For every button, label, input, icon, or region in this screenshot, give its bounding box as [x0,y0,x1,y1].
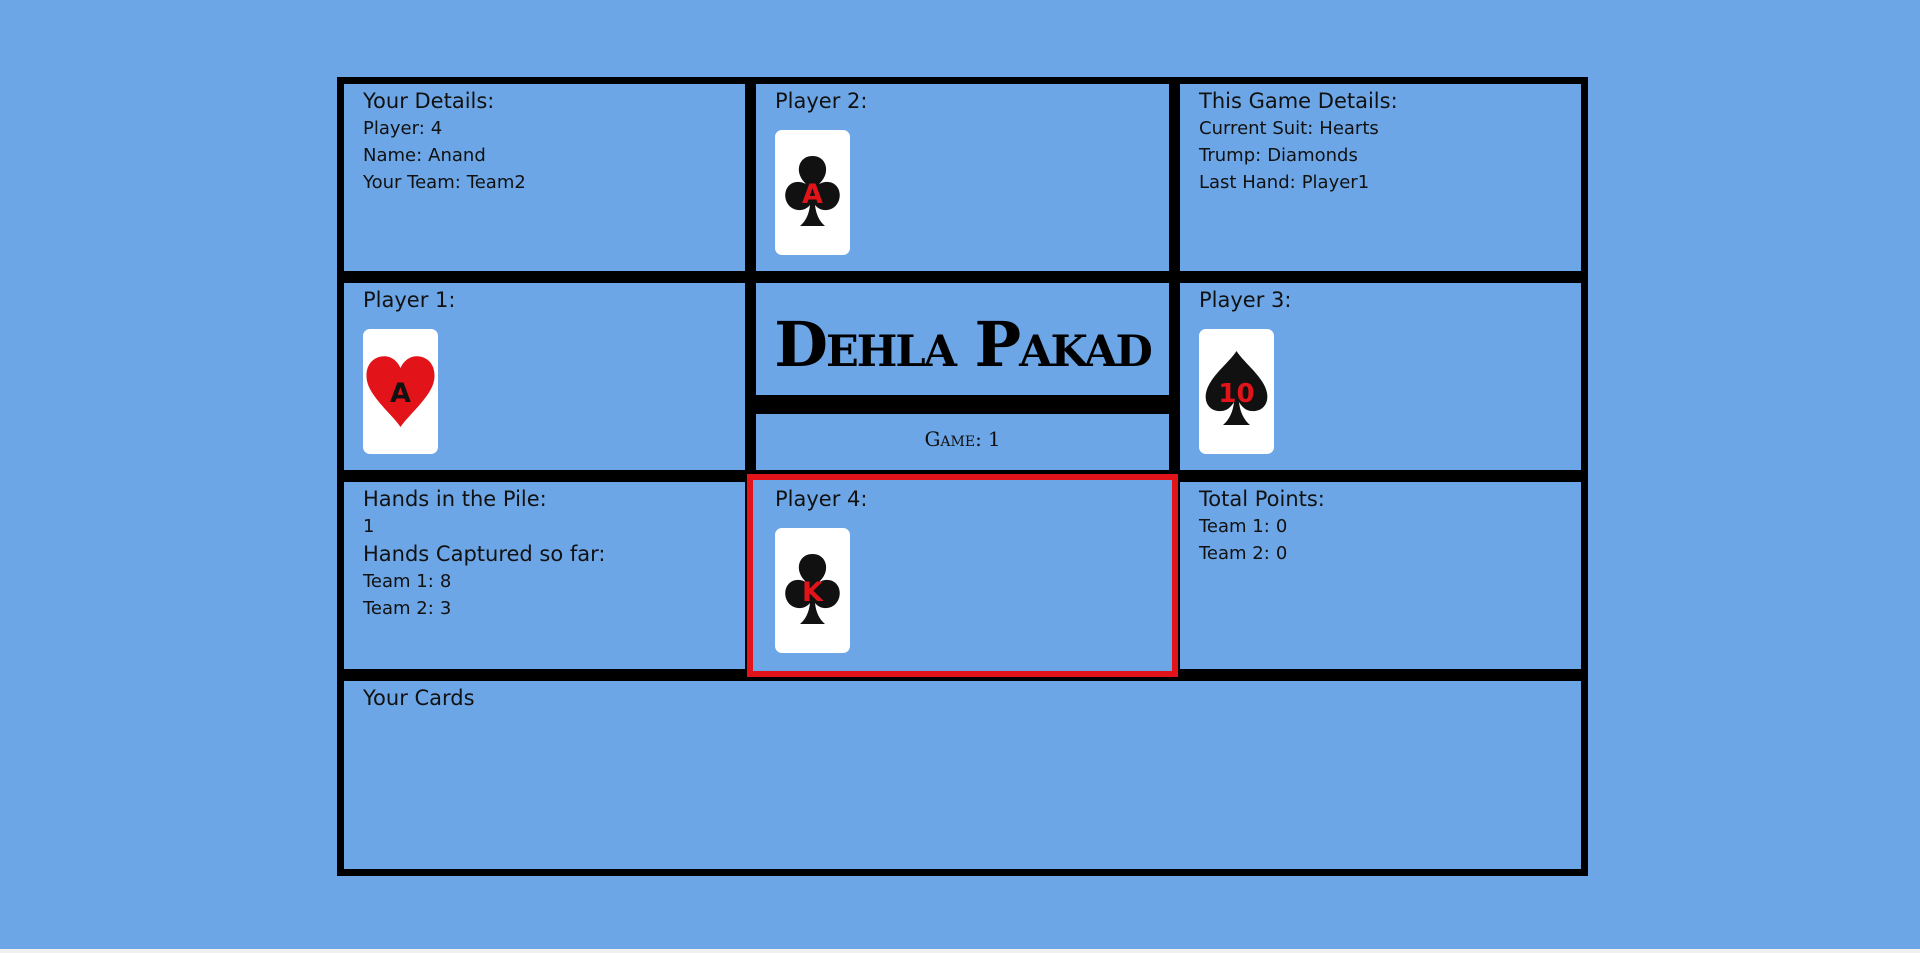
your-team-label: Your Team: [363,172,461,193]
points-team1-value: 0 [1275,516,1288,537]
your-name-label: Name: [363,145,423,166]
pile-panel: Hands in the Pile: 1 Hands Captured so f… [344,482,745,669]
captured-team1-label: Team 1: [363,571,434,592]
captured-team1-value: 8 [439,571,452,592]
player3-panel: Player 3: 10 [1180,283,1581,470]
your-details-heading: Your Details: [363,89,495,113]
points-team1-label: Team 1: [1199,516,1270,537]
player2-panel: Player 2: A [756,84,1169,271]
current-suit-label: Current Suit: [1199,118,1314,139]
your-cards-heading: Your Cards [363,686,475,710]
player3-card: 10 [1199,329,1274,454]
hearts-card-face: A [366,356,435,427]
game-number: Game: 1 [756,427,1169,451]
your-player-row: Player: 4 [363,115,726,142]
player4-label: Player 4: [775,487,868,511]
your-name-row: Name: Anand [363,142,726,169]
last-hand-label: Last Hand: [1199,172,1296,193]
game-number-value: 1 [987,427,1001,451]
your-team-value: Team2 [466,172,526,193]
points-team2-label: Team 2: [1199,543,1270,564]
player4-card: K [775,528,850,653]
card-rank: A [802,179,823,210]
game-board: Your Details: Player: 4 Name: Anand Your… [337,77,1588,876]
window-bottom-edge [0,949,1920,953]
trump-row: Trump: Diamonds [1199,142,1562,169]
pile-heading: Hands in the Pile: [363,487,547,511]
card-rank: K [802,577,824,608]
points-team1-row: Team 1: 0 [1199,513,1562,540]
current-suit-row: Current Suit: Hearts [1199,115,1562,142]
game-number-panel: Game: 1 [756,414,1169,470]
your-player-value: 4 [430,118,443,139]
game-number-label: Game: [924,427,982,451]
game-details-panel: This Game Details: Current Suit: Hearts … [1180,84,1581,271]
pile-count: 1 [363,516,375,537]
clubs-card-face: A [785,156,840,226]
clubs-card-face: K [785,554,840,624]
points-panel: Total Points: Team 1: 0 Team 2: 0 [1180,482,1581,669]
points-team2-value: 0 [1275,543,1288,564]
trump-value: Diamonds [1267,145,1358,166]
player1-card: A [363,329,438,454]
current-suit-value: Hearts [1319,118,1379,139]
player4-panel: Player 4: K [747,474,1178,677]
captured-team2-value: 3 [439,598,452,619]
your-cards-panel: Your Cards [344,681,1581,869]
game-title: Dehla Pakad [774,308,1153,381]
captured-heading: Hands Captured so far: [363,542,606,566]
points-team2-row: Team 2: 0 [1199,540,1562,567]
title-panel: Dehla Pakad [756,283,1169,395]
your-player-label: Player: [363,118,425,139]
points-heading: Total Points: [1199,487,1325,511]
player2-label: Player 2: [775,89,868,113]
captured-team2-row: Team 2: 3 [363,595,726,622]
player2-card: A [775,130,850,255]
last-hand-value: Player1 [1301,172,1370,193]
captured-team1-row: Team 1: 8 [363,568,726,595]
trump-label: Trump: [1199,145,1262,166]
captured-team2-label: Team 2: [363,598,434,619]
card-rank: 10 [1218,379,1254,409]
your-details-panel: Your Details: Player: 4 Name: Anand Your… [344,84,745,271]
player3-label: Player 3: [1199,288,1292,312]
last-hand-row: Last Hand: Player1 [1199,169,1562,196]
spades-card-face: 10 [1205,351,1268,425]
player1-label: Player 1: [363,288,456,312]
game-details-heading: This Game Details: [1199,89,1398,113]
your-team-row: Your Team: Team2 [363,169,726,196]
card-rank: A [390,378,411,409]
your-name-value: Anand [428,145,486,166]
player1-panel: Player 1: A [344,283,745,470]
